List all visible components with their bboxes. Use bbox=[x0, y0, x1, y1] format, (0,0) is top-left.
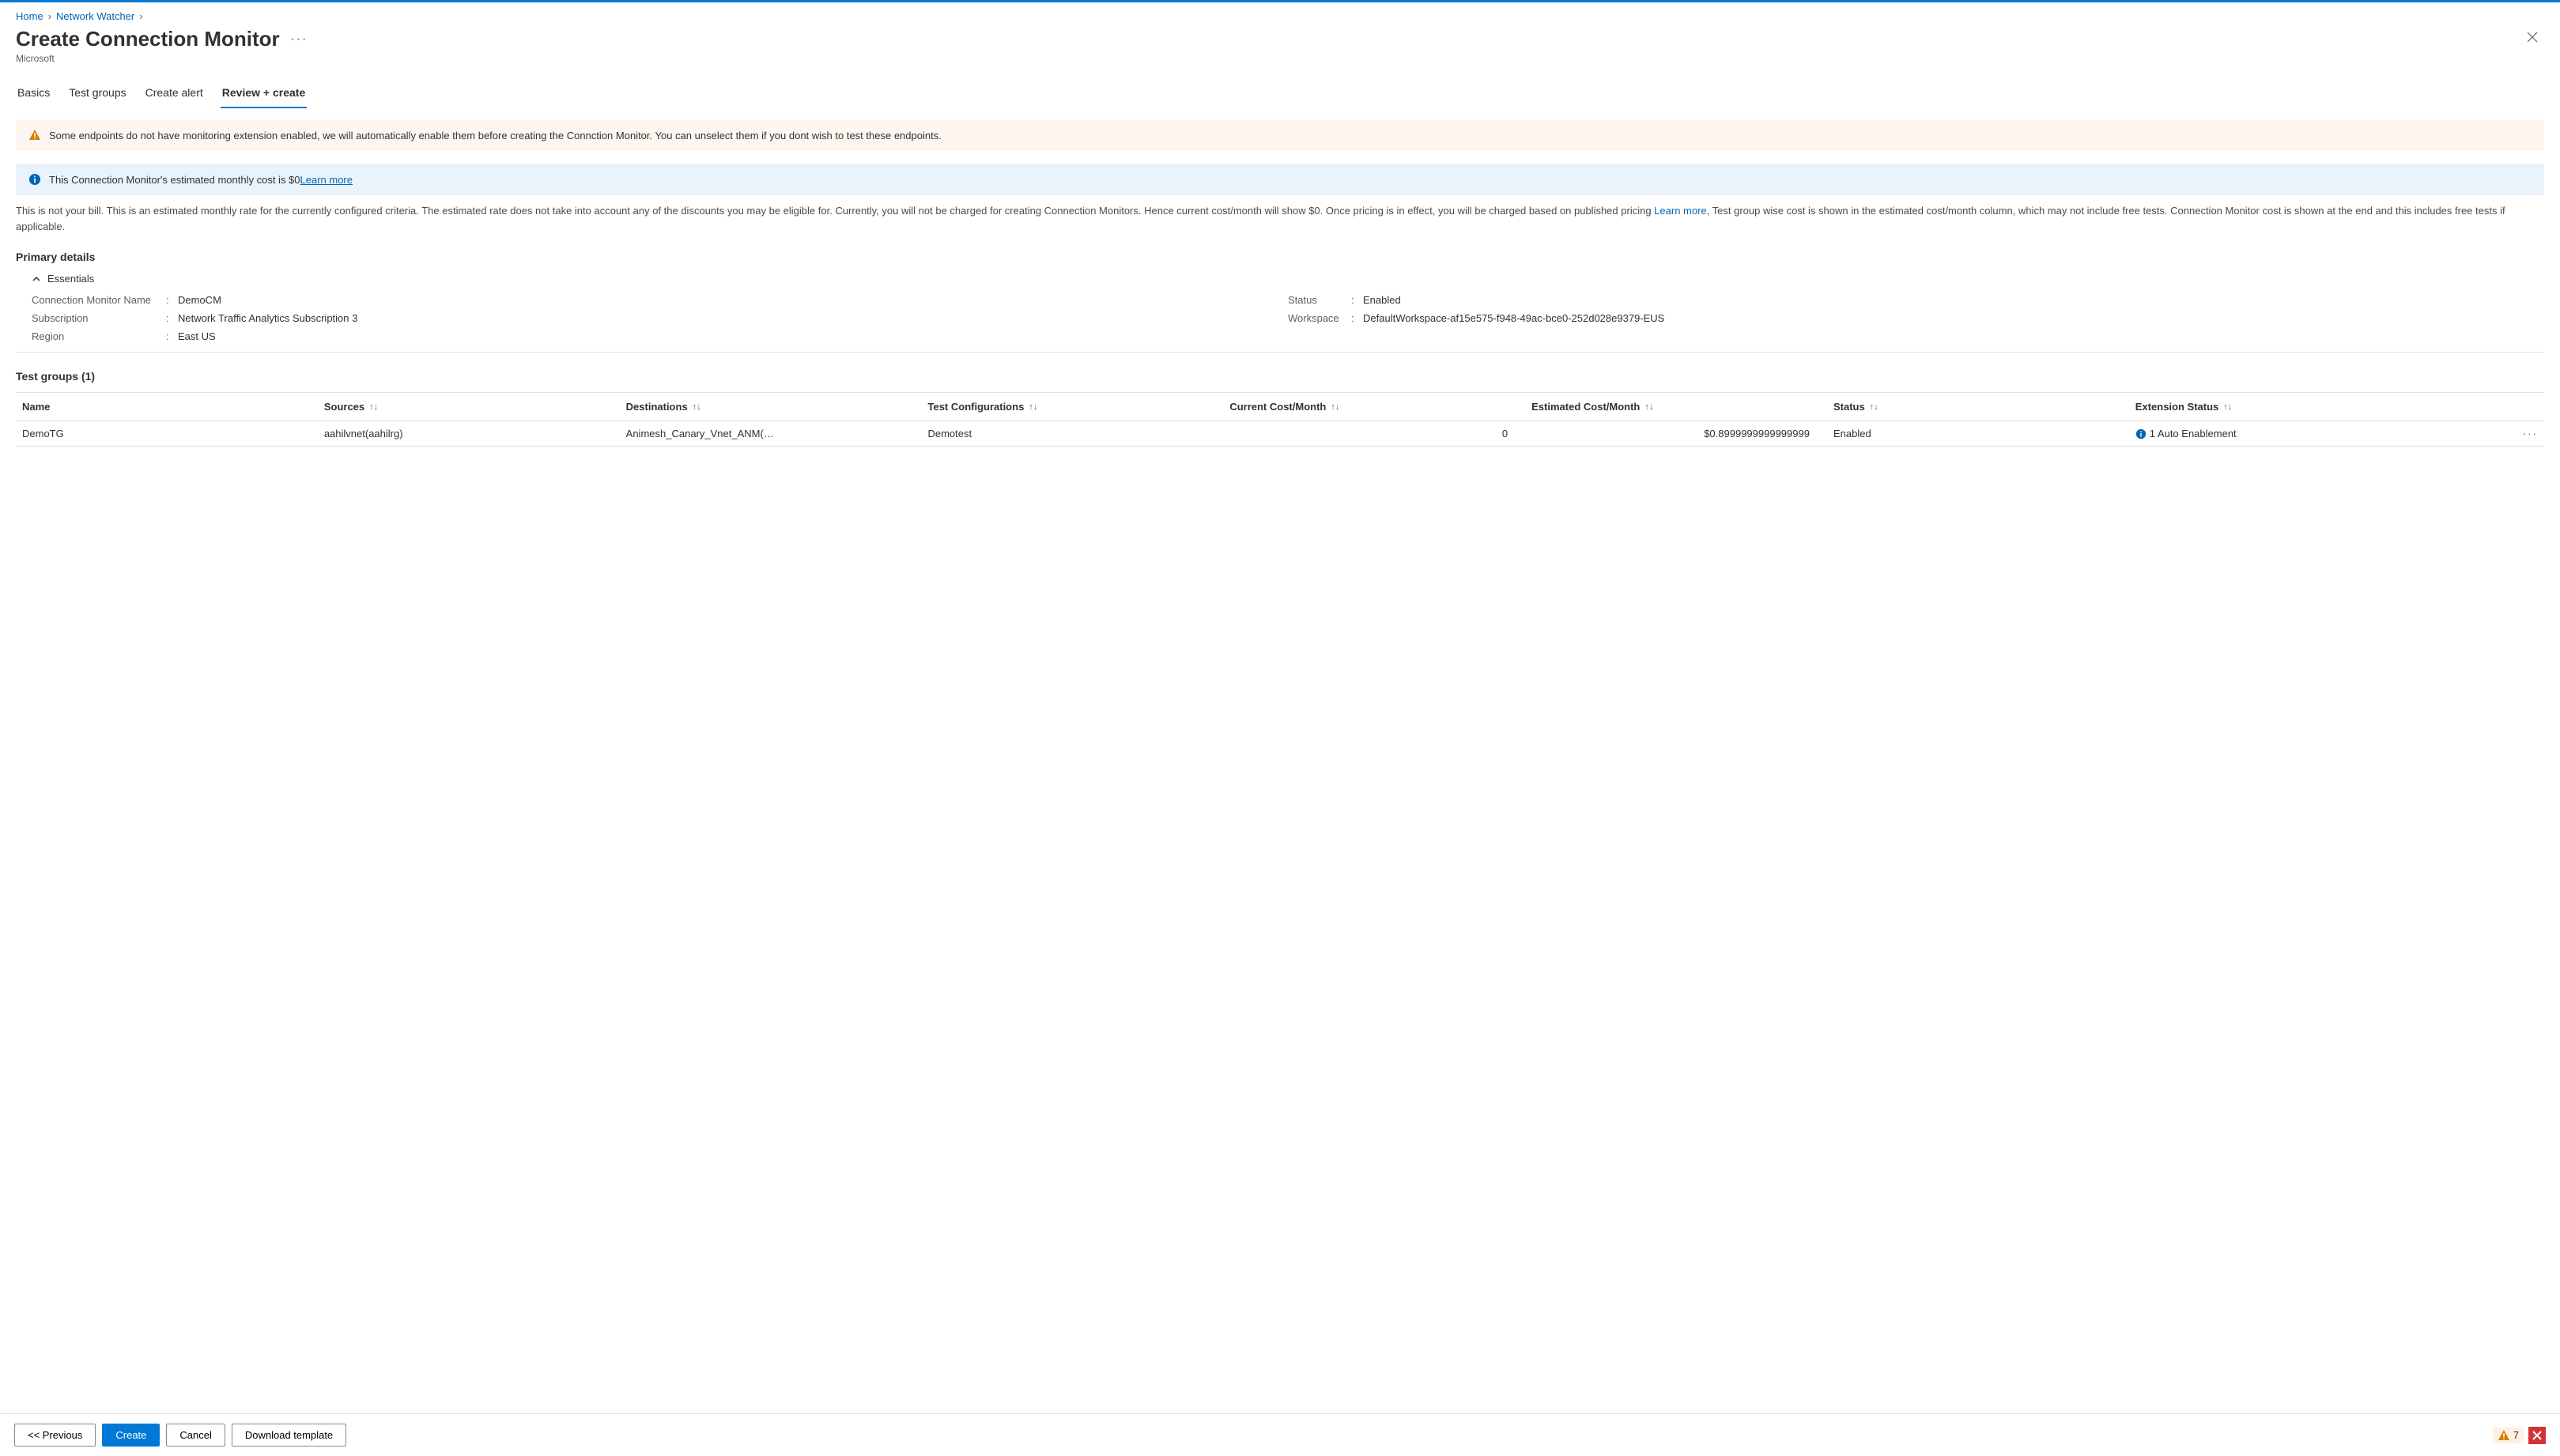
tab-review-create[interactable]: Review + create bbox=[221, 80, 307, 108]
pricing-description: This is not your bill. This is an estima… bbox=[16, 203, 2544, 235]
info-banner: This Connection Monitor's estimated mont… bbox=[16, 164, 2544, 195]
row-more-button[interactable]: ··· bbox=[2523, 428, 2538, 439]
cell-current-cost: 0 bbox=[1229, 428, 1531, 439]
cell-estimated-cost: $0.8999999999999999 bbox=[1531, 428, 1833, 439]
col-estimated-cost[interactable]: Estimated Cost/Month↑↓ bbox=[1531, 401, 1833, 413]
cell-status: Enabled bbox=[1833, 428, 2135, 439]
pricing-learn-more-link[interactable]: Learn more bbox=[1654, 205, 1706, 217]
breadcrumb-network-watcher[interactable]: Network Watcher bbox=[56, 10, 134, 22]
workspace-label: Workspace bbox=[1288, 312, 1351, 324]
warning-banner: Some endpoints do not have monitoring ex… bbox=[16, 119, 2544, 151]
chevron-right-icon: › bbox=[48, 10, 51, 22]
col-name[interactable]: Name bbox=[22, 401, 324, 413]
subscription-label: Subscription bbox=[32, 312, 166, 324]
status-label: Status bbox=[1288, 294, 1351, 306]
essentials-label: Essentials bbox=[47, 273, 94, 285]
info-icon bbox=[2135, 428, 2147, 439]
download-template-button[interactable]: Download template bbox=[232, 1424, 346, 1447]
region-value: East US bbox=[178, 330, 216, 342]
chevron-up-icon bbox=[32, 274, 41, 284]
cell-destinations: Animesh_Canary_Vnet_ANM(… bbox=[626, 428, 928, 439]
sort-icon: ↑↓ bbox=[693, 402, 701, 412]
table-row[interactable]: DemoTG aahilvnet(aahilrg) Animesh_Canary… bbox=[16, 421, 2544, 447]
subscription-value: Network Traffic Analytics Subscription 3 bbox=[178, 312, 357, 324]
col-destinations[interactable]: Destinations↑↓ bbox=[626, 401, 928, 413]
close-icon bbox=[2532, 1430, 2543, 1441]
warning-icon bbox=[28, 129, 41, 141]
info-icon bbox=[28, 173, 41, 186]
col-sources[interactable]: Sources↑↓ bbox=[324, 401, 626, 413]
cell-test-configurations: Demotest bbox=[927, 428, 1229, 439]
sort-icon: ↑↓ bbox=[1029, 402, 1037, 412]
region-label: Region bbox=[32, 330, 166, 342]
cm-name-label: Connection Monitor Name bbox=[32, 294, 166, 306]
cell-name: DemoTG bbox=[22, 428, 324, 439]
notification-count: 7 bbox=[2513, 1429, 2519, 1441]
col-extension-status[interactable]: Extension Status↑↓ bbox=[2135, 401, 2463, 413]
close-button[interactable] bbox=[2520, 27, 2544, 50]
test-groups-heading: Test groups (1) bbox=[16, 370, 2544, 383]
test-groups-table: Name Sources↑↓ Destinations↑↓ Test Confi… bbox=[16, 392, 2544, 447]
page-title: Create Connection Monitor bbox=[16, 27, 280, 51]
info-learn-more-link[interactable]: Learn more bbox=[300, 174, 353, 186]
cancel-button[interactable]: Cancel bbox=[166, 1424, 225, 1447]
tab-basics[interactable]: Basics bbox=[16, 80, 51, 108]
tab-test-groups[interactable]: Test groups bbox=[67, 80, 127, 108]
workspace-value: DefaultWorkspace-af15e575-f948-49ac-bce0… bbox=[1363, 312, 1664, 324]
cm-name-value: DemoCM bbox=[178, 294, 221, 306]
cell-extension-status: 1 Auto Enablement bbox=[2150, 428, 2237, 439]
previous-button[interactable]: << Previous bbox=[14, 1424, 96, 1447]
warning-icon bbox=[2498, 1429, 2510, 1442]
sort-icon: ↑↓ bbox=[1870, 402, 1878, 412]
page-subtitle: Microsoft bbox=[16, 53, 308, 64]
breadcrumb: Home › Network Watcher › bbox=[16, 2, 2544, 27]
col-status[interactable]: Status↑↓ bbox=[1833, 401, 2135, 413]
more-actions-icon[interactable]: ··· bbox=[290, 32, 308, 46]
close-icon bbox=[2527, 32, 2538, 43]
footer-bar: << Previous Create Cancel Download templ… bbox=[0, 1413, 2560, 1456]
sort-icon: ↑↓ bbox=[2223, 402, 2232, 412]
sort-icon: ↑↓ bbox=[1331, 402, 1339, 412]
sort-icon: ↑↓ bbox=[1644, 402, 1653, 412]
warning-banner-text: Some endpoints do not have monitoring ex… bbox=[49, 130, 942, 141]
create-button[interactable]: Create bbox=[102, 1424, 160, 1447]
essentials-panel: Connection Monitor Name:DemoCM Subscript… bbox=[16, 291, 2544, 353]
essentials-toggle[interactable]: Essentials bbox=[16, 273, 2544, 285]
chevron-right-icon: › bbox=[139, 10, 142, 22]
cell-sources: aahilvnet(aahilrg) bbox=[324, 428, 626, 439]
sort-icon: ↑↓ bbox=[369, 402, 378, 412]
col-test-configurations[interactable]: Test Configurations↑↓ bbox=[927, 401, 1229, 413]
tab-create-alert[interactable]: Create alert bbox=[144, 80, 205, 108]
status-value: Enabled bbox=[1363, 294, 1401, 306]
tabs: Basics Test groups Create alert Review +… bbox=[16, 80, 2544, 108]
col-current-cost[interactable]: Current Cost/Month↑↓ bbox=[1229, 401, 1531, 413]
notification-error-badge[interactable] bbox=[2528, 1427, 2546, 1444]
info-banner-text: This Connection Monitor's estimated mont… bbox=[49, 174, 353, 186]
primary-details-heading: Primary details bbox=[16, 251, 2544, 263]
breadcrumb-home[interactable]: Home bbox=[16, 10, 43, 22]
notification-warning-badge[interactable]: 7 bbox=[2493, 1428, 2524, 1443]
